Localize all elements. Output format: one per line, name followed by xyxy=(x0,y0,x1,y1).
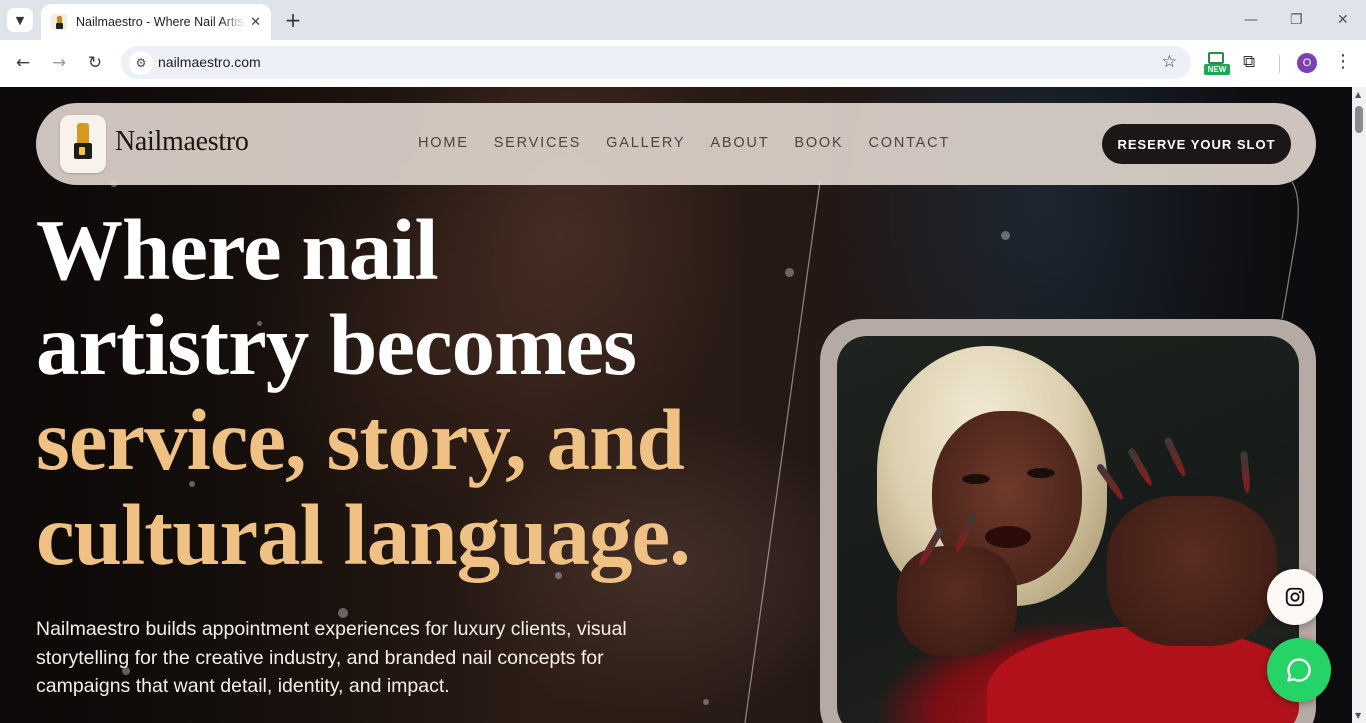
logo-gleam xyxy=(79,147,85,155)
restore-icon[interactable]: ❐ xyxy=(1290,12,1303,28)
back-arrow-icon[interactable]: ← xyxy=(11,51,35,75)
profile-avatar[interactable]: O xyxy=(1297,53,1317,73)
new-tab-button[interactable]: + xyxy=(283,9,303,31)
whatsapp-chat-button[interactable] xyxy=(1267,638,1331,702)
scroll-up-arrow-icon[interactable]: ▲ xyxy=(1355,90,1361,99)
nav-contact[interactable]: CONTACT xyxy=(868,135,950,151)
nav-about[interactable]: ABOUT xyxy=(710,135,769,151)
page-viewport: Nailmaestro HOME SERVICES GALLERY ABOUT … xyxy=(0,87,1352,723)
headline-line-3: service, story, and xyxy=(36,391,685,488)
main-nav: HOME SERVICES GALLERY ABOUT BOOK CONTACT xyxy=(418,135,950,151)
hero-description: Nailmaestro builds appointment experienc… xyxy=(36,618,627,697)
scroll-down-arrow-icon[interactable]: ▼ xyxy=(1355,711,1361,720)
decorative-dot xyxy=(703,699,709,705)
photo-shirt xyxy=(987,626,1299,723)
nav-home[interactable]: HOME xyxy=(418,135,469,151)
headline-line-2: artistry becomes xyxy=(36,296,637,393)
brand-logo[interactable] xyxy=(60,115,106,173)
photo-nail xyxy=(1240,450,1251,494)
tab-search-button[interactable]: ▼ xyxy=(7,8,33,32)
tab-title: Nailmaestro - Where Nail Artistry xyxy=(76,15,246,29)
reserve-slot-button[interactable]: RESERVE YOUR SLOT xyxy=(1102,124,1291,164)
forward-arrow-icon[interactable]: → xyxy=(47,51,71,75)
window-close-icon[interactable]: ✕ xyxy=(1337,12,1349,28)
photo-hand-left xyxy=(897,546,1017,656)
minimize-icon[interactable]: — xyxy=(1244,12,1258,28)
whatsapp-chat-icon xyxy=(1287,658,1311,682)
photo-hand-right xyxy=(1107,496,1277,646)
page-scrollbar[interactable]: ▲ ▼ xyxy=(1352,87,1366,723)
headline-line-4: cultural language. xyxy=(36,486,691,583)
photo-lips xyxy=(985,526,1031,548)
browser-toolbar: ← → ↻ ⚙ nailmaestro.com ☆ NEW ⧉ O ⋮ xyxy=(0,40,1366,87)
photo-eye xyxy=(962,474,990,484)
decorative-dot xyxy=(1001,231,1010,240)
scroll-thumb[interactable] xyxy=(1355,106,1363,133)
bookmark-star-icon[interactable]: ☆ xyxy=(1162,52,1177,72)
instagram-button[interactable] xyxy=(1267,569,1323,625)
headline-line-1: Where nail xyxy=(36,201,439,298)
nav-gallery[interactable]: GALLERY xyxy=(606,135,685,151)
photo-nail xyxy=(1163,436,1188,478)
photo-nail xyxy=(1126,447,1155,487)
new-badge: NEW xyxy=(1204,64,1230,75)
chevron-down-icon: ▼ xyxy=(15,13,25,27)
brand-name[interactable]: Nailmaestro xyxy=(115,126,249,158)
close-icon[interactable]: ✕ xyxy=(250,15,261,30)
portrait-photo xyxy=(837,336,1299,723)
hero-headline: Where nail artistry becomes service, sto… xyxy=(36,201,691,583)
site-settings-icon[interactable]: ⚙ xyxy=(129,51,153,75)
site-header: Nailmaestro HOME SERVICES GALLERY ABOUT … xyxy=(36,103,1316,185)
nav-services[interactable]: SERVICES xyxy=(494,135,581,151)
toolbar-divider xyxy=(1279,55,1280,73)
photo-eye xyxy=(1027,468,1055,478)
address-bar[interactable]: ⚙ nailmaestro.com ☆ xyxy=(121,46,1191,79)
favicon-icon xyxy=(51,14,67,30)
extension-icon xyxy=(1208,52,1224,64)
nav-book[interactable]: BOOK xyxy=(794,135,843,151)
nail-polish-bottle-icon xyxy=(77,123,89,145)
extensions-puzzle-icon[interactable]: ⧉ xyxy=(1243,52,1255,72)
extension-new-button[interactable]: NEW xyxy=(1203,50,1231,76)
more-menu-icon[interactable]: ⋮ xyxy=(1334,51,1352,72)
reload-icon[interactable]: ↻ xyxy=(83,51,107,75)
browser-tab[interactable]: Nailmaestro - Where Nail Artistry ✕ xyxy=(41,4,271,40)
instagram-icon xyxy=(1285,587,1305,607)
decorative-dot xyxy=(785,268,794,277)
browser-tab-strip: ▼ Nailmaestro - Where Nail Artistry ✕ + … xyxy=(0,0,1366,40)
url-text[interactable]: nailmaestro.com xyxy=(158,54,261,70)
